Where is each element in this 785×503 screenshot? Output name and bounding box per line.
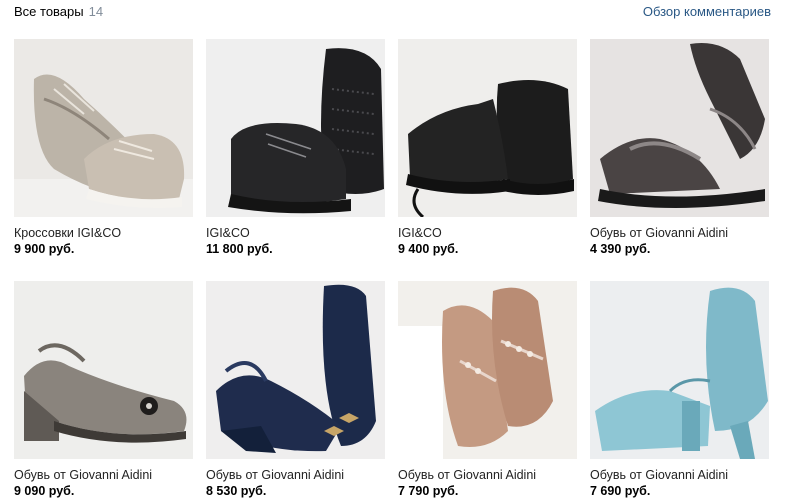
- product-photo[interactable]: [14, 39, 193, 217]
- product-card[interactable]: Обувь от Giovanni Aidini 7 790 руб.: [398, 281, 577, 499]
- product-price: 9 090 руб.: [14, 484, 75, 498]
- product-price: 7 790 руб.: [398, 484, 459, 498]
- product-name[interactable]: IGI&CO: [206, 225, 385, 241]
- product-price: 7 690 руб.: [590, 484, 651, 498]
- product-name[interactable]: Кроссовки IGI&CO: [14, 225, 193, 241]
- products-count: 14: [88, 4, 104, 19]
- product-price: 9 900 руб.: [14, 242, 75, 256]
- product-name[interactable]: Обувь от Giovanni Aidini: [398, 467, 577, 483]
- product-photo[interactable]: [14, 281, 193, 459]
- comments-overview-link[interactable]: Обзор комментариев: [643, 3, 771, 21]
- product-card[interactable]: IGI&CO 9 400 руб.: [398, 39, 577, 257]
- product-card[interactable]: Обувь от Giovanni Aidini 9 090 руб.: [14, 281, 193, 499]
- product-card[interactable]: Обувь от Giovanni Aidini 7 690 руб.: [590, 281, 769, 499]
- product-photo[interactable]: [206, 39, 385, 217]
- product-name[interactable]: Обувь от Giovanni Aidini: [590, 467, 769, 483]
- product-price: 8 530 руб.: [206, 484, 267, 498]
- product-photo[interactable]: [590, 39, 769, 217]
- all-products-title[interactable]: Все товары: [14, 4, 84, 19]
- product-name[interactable]: IGI&CO: [398, 225, 577, 241]
- product-card[interactable]: Обувь от Giovanni Aidini 8 530 руб.: [206, 281, 385, 499]
- product-photo[interactable]: [206, 281, 385, 459]
- section-header: Все товары 14 Обзор комментариев: [14, 3, 771, 21]
- product-price: 11 800 руб.: [206, 242, 273, 256]
- product-photo[interactable]: [398, 39, 577, 217]
- product-price: 9 400 руб.: [398, 242, 459, 256]
- product-card[interactable]: Обувь от Giovanni Aidini 4 390 руб.: [590, 39, 769, 257]
- product-photo[interactable]: [398, 281, 577, 459]
- products-grid: Кроссовки IGI&CO 9 900 руб. IGI&CO 11 80…: [14, 39, 769, 499]
- product-name[interactable]: Обувь от Giovanni Aidini: [590, 225, 769, 241]
- product-name[interactable]: Обувь от Giovanni Aidini: [14, 467, 193, 483]
- product-price: 4 390 руб.: [590, 242, 651, 256]
- product-name[interactable]: Обувь от Giovanni Aidini: [206, 467, 385, 483]
- product-photo[interactable]: [590, 281, 769, 459]
- product-card[interactable]: Кроссовки IGI&CO 9 900 руб.: [14, 39, 193, 257]
- product-card[interactable]: IGI&CO 11 800 руб.: [206, 39, 385, 257]
